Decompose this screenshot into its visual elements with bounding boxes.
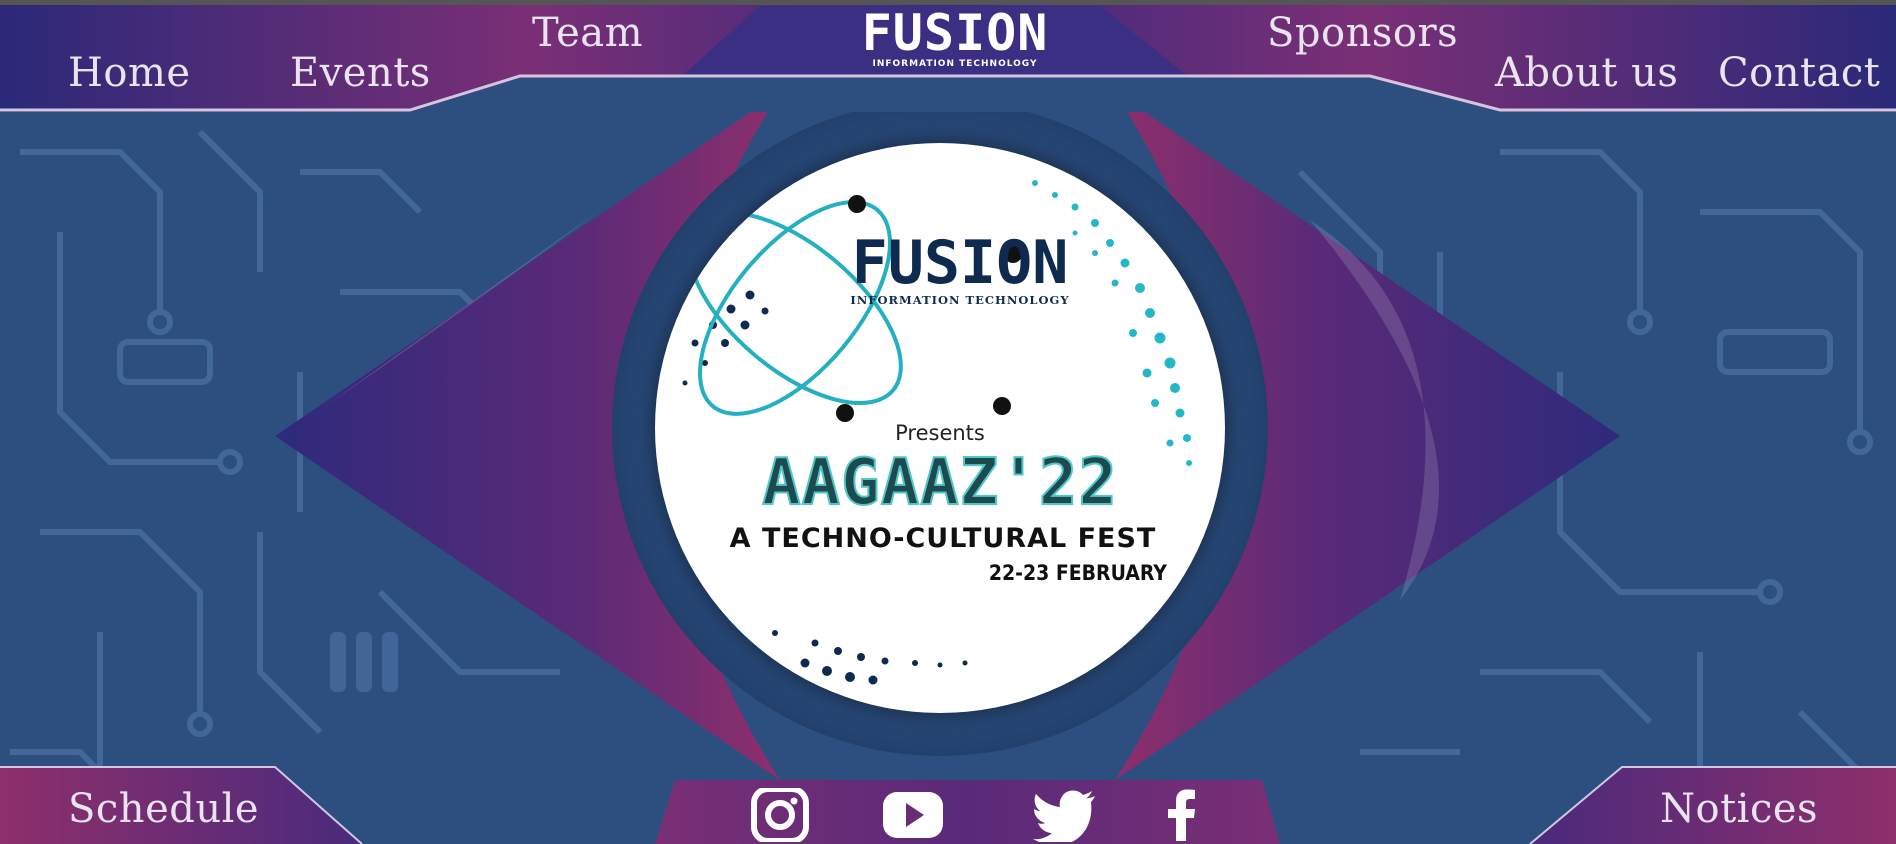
poster-logo-name: FUSION <box>851 228 1069 298</box>
nav-about-link[interactable]: About us <box>1495 50 1678 96</box>
event-tagline: A TECHNO-CULTURAL FEST <box>729 523 1157 554</box>
nav-sponsors-link[interactable]: Sponsors <box>1267 10 1458 56</box>
instagram-icon[interactable] <box>748 788 812 842</box>
nav-contact-link[interactable]: Contact <box>1718 50 1880 96</box>
brand-name: FUSION <box>861 4 1049 62</box>
notices-link[interactable]: Notices <box>1660 786 1818 832</box>
twitter-icon[interactable] <box>1033 788 1097 842</box>
event-dates: 22-23 FEBRUARY <box>988 561 1167 585</box>
poster-fusion-logo: FUSION INFORMATION TECHNOLOGY <box>830 233 1090 307</box>
schedule-link[interactable]: Schedule <box>68 786 259 832</box>
poster-logo-subtitle: INFORMATION TECHNOLOGY <box>850 293 1070 307</box>
facebook-icon[interactable] <box>1150 788 1214 842</box>
youtube-icon[interactable] <box>881 788 945 842</box>
nav-team-link[interactable]: Team <box>532 10 643 56</box>
brand-subtitle: INFORMATION TECHNOLOGY <box>872 59 1038 69</box>
event-poster: FUSION INFORMATION TECHNOLOGY Presents A… <box>655 143 1225 713</box>
bottom-bar-shapes <box>0 766 1896 844</box>
nav-home-link[interactable]: Home <box>68 50 191 96</box>
brand-logo[interactable]: FUSION INFORMATION TECHNOLOGY <box>860 8 1050 78</box>
event-title: AAGAAZ'22 <box>761 445 1118 521</box>
presents-text: Presents <box>895 421 985 445</box>
nav-events-link[interactable]: Events <box>290 50 431 96</box>
